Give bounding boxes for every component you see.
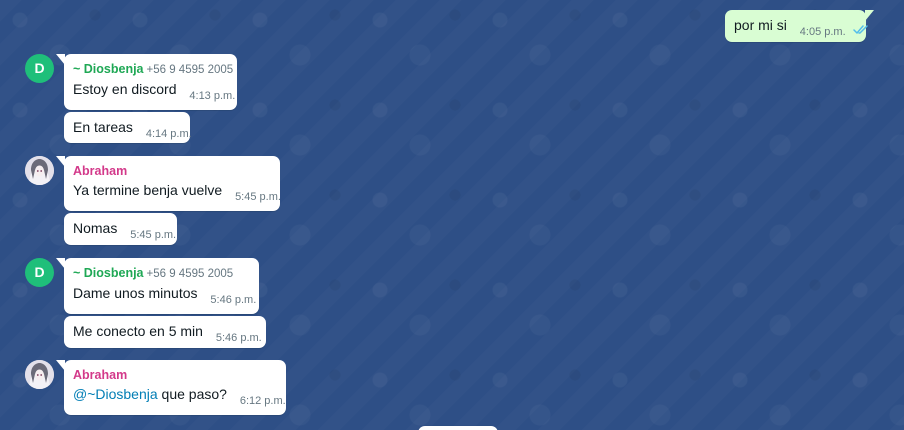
sender-line: ~ Diosbenja +56 9 4595 2005 — [73, 60, 233, 79]
incoming-message[interactable]: Abraham @~Diosbenja que paso? 6:12 p.m. — [56, 360, 286, 415]
message-text-rest: que paso? — [157, 386, 227, 402]
avatar-photo-icon — [25, 156, 54, 185]
incoming-message[interactable]: Abraham Ya termine benja vuelve 5:45 p.m… — [56, 156, 281, 211]
avatar-photo-icon — [25, 360, 54, 389]
avatar[interactable]: D — [25, 54, 54, 83]
avatar-letter: D — [34, 264, 45, 280]
user-photo-avatar[interactable] — [25, 156, 54, 185]
incoming-message[interactable]: Me conecto en 5 min 5:46 p.m. — [64, 316, 266, 348]
avatar-letter: D — [34, 60, 45, 76]
message-time: 5:46 p.m. — [210, 294, 257, 306]
outgoing-message[interactable]: por mi si 4:05 p.m. — [725, 10, 874, 42]
message-time: 5:45 p.m. — [235, 191, 281, 203]
scroll-to-bottom-pill[interactable] — [418, 426, 498, 430]
sender-name[interactable]: Abraham — [73, 368, 127, 382]
message-time: 4:05 p.m. — [799, 26, 846, 38]
message-text: Ya termine benja vuelve — [73, 182, 223, 198]
message-text: Dame unos minutos — [73, 285, 198, 301]
sender-line: ~ Diosbenja +56 9 4595 2005 — [73, 264, 250, 283]
incoming-message[interactable]: ~ Diosbenja +56 9 4595 2005 Dame unos min… — [56, 258, 259, 314]
message-text: Me conecto en 5 min — [73, 323, 203, 339]
message-time: 4:14 p.m. — [145, 128, 192, 140]
chat-message-area[interactable]: por mi si 4:05 p.m. D ~ Diosbenja +56 9 4… — [0, 0, 904, 430]
message-text: @~Diosbenja que paso? — [73, 386, 227, 402]
sender-line: Abraham — [73, 366, 277, 384]
message-text: En tareas — [73, 119, 133, 135]
incoming-message[interactable]: Nomas 5:45 p.m. — [64, 213, 177, 245]
message-time: 5:45 p.m. — [130, 229, 177, 241]
user-photo-avatar[interactable] — [25, 360, 54, 389]
sender-name[interactable]: ~ Diosbenja — [73, 62, 144, 76]
avatar[interactable]: D — [25, 258, 54, 287]
double-check-read-icon — [852, 25, 868, 34]
message-time: 4:13 p.m. — [189, 90, 236, 102]
message-time: 6:12 p.m. — [239, 395, 286, 407]
mention-link[interactable]: @~Diosbenja — [73, 386, 158, 402]
sender-name[interactable]: Abraham — [73, 164, 127, 178]
sender-line: Abraham — [73, 162, 271, 180]
sender-phone: +56 9 4595 2005 — [146, 64, 234, 76]
message-text: por mi si — [734, 17, 787, 33]
incoming-message[interactable]: En tareas 4:14 p.m. — [64, 112, 192, 143]
sender-phone: +56 9 4595 2005 — [146, 268, 234, 280]
sender-name[interactable]: ~ Diosbenja — [73, 266, 144, 280]
message-text: Estoy en discord — [73, 81, 177, 97]
message-time: 5:46 p.m. — [215, 332, 262, 344]
incoming-message[interactable]: ~ Diosbenja +56 9 4595 2005 Estoy en disc… — [56, 54, 237, 110]
message-text: Nomas — [73, 220, 118, 236]
